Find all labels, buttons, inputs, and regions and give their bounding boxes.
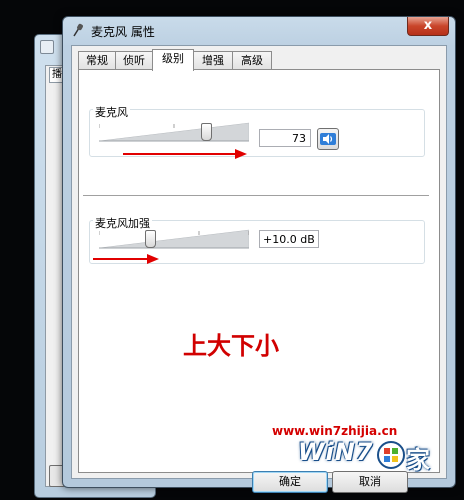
speaker-icon — [320, 133, 336, 145]
watermark-url: www.win7zhijia.cn — [272, 424, 398, 438]
microphone-slider-thumb[interactable] — [201, 123, 213, 141]
boost-slider-thumb[interactable] — [145, 230, 157, 248]
background-window-icon — [40, 40, 54, 54]
tab-general[interactable]: 常规 — [78, 51, 116, 70]
microphone-boost-slider[interactable] — [99, 228, 249, 250]
microphone-label: 麦克风 — [93, 104, 130, 120]
title-bar[interactable]: 麦克风 属性 x — [63, 17, 455, 43]
microphone-level-slider[interactable] — [99, 121, 249, 143]
microphone-slider-track — [99, 122, 249, 142]
red-arrow-right-boost — [93, 254, 159, 264]
tab-enhancements[interactable]: 增强 — [193, 51, 233, 70]
win7-logo-text: WiN7 — [298, 438, 374, 466]
tab-advanced[interactable]: 高级 — [232, 51, 272, 70]
microphone-icon — [73, 23, 83, 37]
windows-logo-icon — [377, 441, 405, 469]
annotation-text: 上大下小 — [183, 332, 279, 360]
logo-char: 家 — [406, 446, 430, 474]
section-divider — [83, 195, 429, 197]
levels-panel: 麦克风 73 麦克风加强 +10.0 dB 上大下小 — [78, 69, 440, 473]
close-button[interactable]: x — [407, 17, 449, 36]
mute-button[interactable] — [317, 128, 339, 150]
microphone-properties-dialog: 麦克风 属性 x 常规 侦听 级别 增强 高级 麦克风 73 麦克风加强 +10… — [62, 16, 456, 493]
boost-slider-track — [99, 229, 249, 249]
tab-levels[interactable]: 级别 — [152, 49, 194, 71]
microphone-boost-value[interactable]: +10.0 dB — [259, 230, 319, 248]
tab-listen[interactable]: 侦听 — [115, 51, 153, 70]
window-title: 麦克风 属性 — [91, 25, 155, 39]
dialog-client-area: 常规 侦听 级别 增强 高级 麦克风 73 麦克风加强 +10.0 dB 上大下… — [71, 45, 447, 493]
red-arrow-right — [123, 149, 247, 159]
microphone-level-value[interactable]: 73 — [259, 129, 311, 147]
win7-logo: WiN7 家 — [298, 438, 448, 478]
